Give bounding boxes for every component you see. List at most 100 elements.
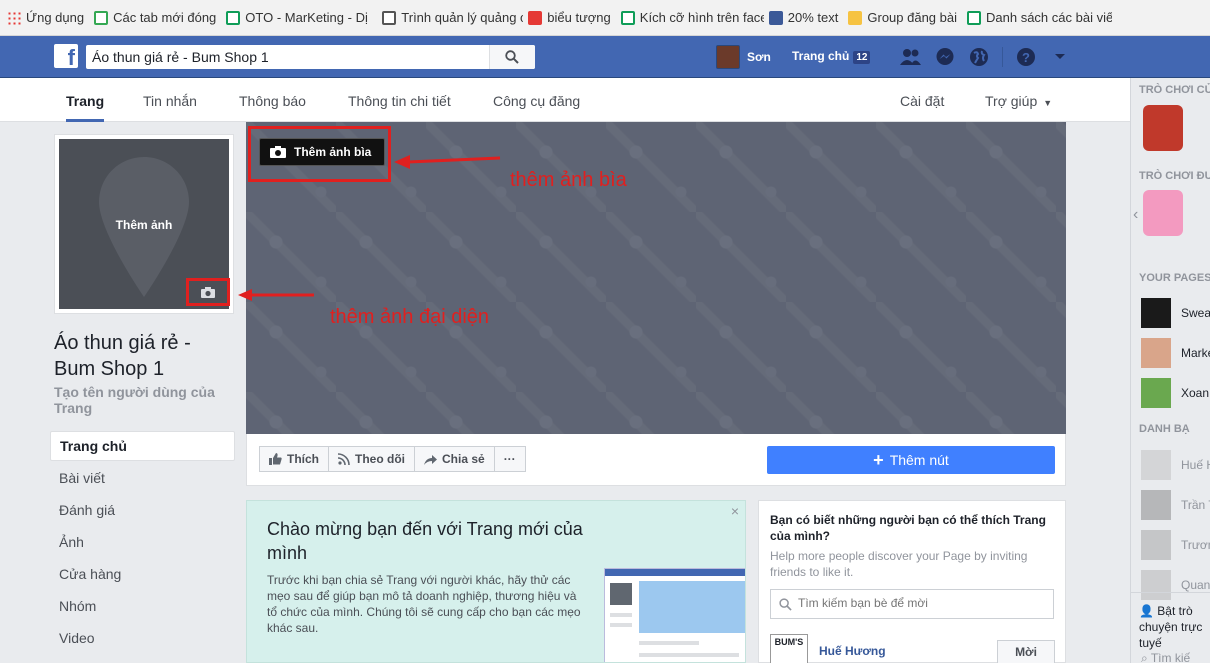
contact-item[interactable]: Quan [1141, 570, 1210, 600]
annotation-add-avatar: thêm ảnh đại diện [330, 306, 490, 328]
sidebar-page-item[interactable]: Swea [1141, 298, 1210, 328]
camera-icon [270, 146, 286, 158]
add-photo-label: Thêm ảnh [115, 218, 173, 232]
left-menu-home[interactable]: Trang chủ [50, 431, 235, 461]
printer-icon [382, 10, 397, 25]
facebook-icon [768, 10, 783, 25]
tab-messages[interactable]: Tin nhắn [143, 78, 197, 122]
search-input[interactable] [86, 45, 486, 69]
games-heading-2: TRÒ CHƠI ĐƯ [1139, 170, 1210, 182]
welcome-text: Trước khi bạn chia sẻ Trang với người kh… [267, 573, 581, 635]
like-button[interactable]: Thích [259, 446, 329, 472]
bookmark-icons[interactable]: biểu tượng [523, 0, 616, 36]
chevron-left-icon[interactable]: ‹ [1133, 206, 1138, 224]
game-thumbnail[interactable] [1143, 105, 1183, 151]
right-sidebar: TRÒ CHƠI CỦ TRÒ CHƠI ĐƯ ‹ YOUR PAGES Swe… [1130, 78, 1210, 663]
sidebar-page-item[interactable]: Marke [1141, 338, 1210, 368]
create-username-link[interactable]: Tạo tên người dùng của Trang [54, 384, 234, 416]
action-buttons: Thích Theo dõi Chia sẻ ··· [259, 446, 526, 472]
close-icon[interactable]: × [731, 503, 739, 519]
tab-publishing-tools[interactable]: Công cụ đăng [493, 78, 580, 122]
chat-user-icon: 👤 [1139, 604, 1154, 618]
invite-subtitle: Help more people discover your Page by i… [770, 549, 1028, 579]
avatar [1141, 530, 1171, 560]
account-menu-icon[interactable] [1049, 46, 1071, 68]
left-menu-reviews[interactable]: Đánh giá [50, 495, 235, 527]
user-name: Sơn [747, 50, 771, 64]
search-button[interactable] [489, 45, 535, 69]
invite-button[interactable]: Mời [997, 640, 1055, 663]
your-pages-heading: YOUR PAGES [1139, 272, 1210, 284]
avatar: BUM'S [770, 634, 808, 663]
more-options-button[interactable]: ··· [493, 446, 526, 472]
bookmark-post-list[interactable]: Danh sách các bài viết [962, 0, 1112, 36]
left-menu: Trang chủ Bài viết Đánh giá Ảnh Cửa hàng… [50, 431, 235, 655]
annotation-arrow-avatar [238, 289, 314, 301]
contact-item[interactable]: Trần T [1141, 490, 1210, 520]
tab-help[interactable]: Trợ giúp ▼ [985, 78, 1052, 122]
bookmark-oto-marketing[interactable]: OTO - MarKeting - Dị [221, 0, 377, 36]
tab-page[interactable]: Trang [66, 78, 105, 122]
folder-icon [848, 10, 863, 25]
tab-insights[interactable]: Thông tin chi tiết [348, 78, 451, 122]
left-menu-posts[interactable]: Bài viết [50, 463, 235, 495]
share-button[interactable]: Chia sẻ [414, 446, 495, 472]
sheet-icon [226, 10, 241, 25]
user-profile-link[interactable]: Sơn [716, 45, 771, 69]
bookmark-image-sizes[interactable]: Kích cỡ hình trên face [616, 0, 764, 36]
page-thumbnail [1141, 338, 1171, 368]
games-heading: TRÒ CHƠI CỦ [1139, 84, 1210, 96]
left-menu-photos[interactable]: Ảnh [50, 527, 235, 559]
left-menu-groups[interactable]: Nhóm [50, 591, 235, 623]
friend-name[interactable]: Huế Hương [819, 644, 886, 658]
notifications-globe-icon[interactable] [968, 46, 990, 68]
friend-search-input[interactable] [798, 596, 1048, 610]
contacts-heading: DANH BẠ [1139, 423, 1190, 435]
welcome-title: Chào mừng bạn đến với Trang mới của mình [267, 519, 583, 563]
facebook-logo-icon[interactable]: f [54, 44, 78, 68]
divider [1131, 592, 1210, 593]
avatar [1141, 450, 1171, 480]
sheet-icon [620, 10, 635, 25]
invite-friends-card: Bạn có biết những người bạn có thể thích… [758, 500, 1066, 663]
game-thumbnail[interactable] [1143, 190, 1183, 236]
left-menu-shop[interactable]: Cửa hàng [50, 559, 235, 591]
sidebar-page-item[interactable]: Xoan [1141, 378, 1209, 408]
left-menu-videos[interactable]: Video [50, 623, 235, 655]
messenger-icon[interactable] [934, 46, 956, 68]
annotation-arrow-cover [394, 155, 501, 169]
page-thumbnail [1141, 378, 1171, 408]
friend-requests-icon[interactable] [900, 46, 922, 68]
bookmark-20-text[interactable]: 20% text [764, 0, 844, 36]
bookmark-group-posts[interactable]: Group đăng bài [843, 0, 962, 36]
apps-grid-icon [7, 10, 21, 25]
add-button[interactable]: + Thêm nút [767, 446, 1055, 474]
list-item: BUM'S Huế Hương Mời [770, 632, 1060, 663]
search-box [86, 45, 535, 69]
contact-item[interactable]: Trươn [1141, 530, 1210, 560]
bookmarks-bar: Ứng dụng Các tab mới đóng OTO - MarKetin… [0, 0, 1210, 36]
sheet-icon [967, 10, 981, 25]
turn-on-chat-link[interactable]: 👤 Bật trò chuyện trực tuyế [1139, 603, 1209, 651]
bookmark-recent-tabs[interactable]: Các tab mới đóng [89, 0, 221, 36]
rss-icon [338, 453, 350, 465]
profile-camera-button[interactable] [186, 278, 230, 306]
help-icon[interactable]: ? [1015, 46, 1037, 68]
add-cover-button[interactable]: Thêm ảnh bìa [259, 138, 385, 166]
contact-item[interactable]: Huế H [1141, 450, 1210, 480]
top-icons: ? [900, 46, 1071, 68]
bookmark-ads-manager[interactable]: Trình quản lý quảng c [377, 0, 523, 36]
sidebar-search[interactable]: ⌕ Tìm kiế [1141, 651, 1190, 663]
search-icon [779, 598, 792, 611]
page-thumbnail [1141, 298, 1171, 328]
follow-button[interactable]: Theo dõi [328, 446, 415, 472]
tab-settings[interactable]: Cài đặt [900, 78, 944, 122]
share-arrow-icon [424, 454, 437, 465]
bookmark-apps[interactable]: Ứng dụng [2, 0, 89, 36]
home-badge: 12 [853, 51, 871, 64]
tab-notifications[interactable]: Thông báo [239, 78, 306, 122]
flash-icon [528, 10, 543, 25]
page-illustration [604, 568, 745, 662]
home-link[interactable]: Trang chủ 12 [792, 49, 871, 64]
avatar [716, 45, 740, 69]
